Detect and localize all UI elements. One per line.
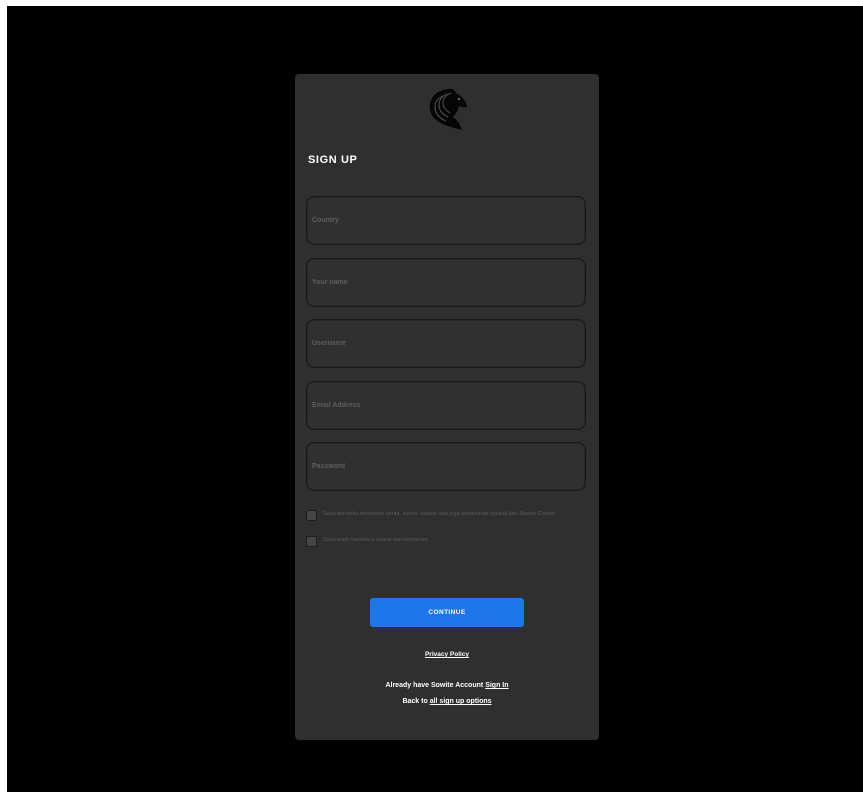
- terms-consent-checkbox[interactable]: [306, 536, 317, 547]
- continue-button[interactable]: CONTINUE: [370, 598, 524, 627]
- username-field[interactable]: [306, 319, 586, 368]
- signin-row: Already have Sowite Account Sign In: [295, 682, 599, 689]
- password-field[interactable]: [306, 442, 586, 491]
- signin-prefix: Already have Sowite Account: [385, 682, 484, 689]
- page-background: SIGN UP Saya bersedia menerima berita, s…: [7, 6, 863, 792]
- privacy-row: Privacy Policy: [295, 651, 599, 658]
- privacy-policy-link[interactable]: Privacy Policy: [425, 651, 469, 658]
- news-consent-checkbox[interactable]: [306, 510, 317, 521]
- page-title: SIGN UP: [308, 154, 358, 166]
- signup-card: SIGN UP Saya bersedia menerima berita, s…: [295, 74, 599, 740]
- back-prefix: Back to: [402, 698, 428, 705]
- back-row: Back to all sign up options: [295, 698, 599, 705]
- terms-consent-label: Saya telah membaca syarat dan ketentuan: [323, 537, 428, 543]
- signin-link[interactable]: Sign In: [485, 682, 508, 689]
- news-consent-label: Saya bersedia menerima berita, survei, u…: [323, 511, 556, 517]
- country-field[interactable]: [306, 196, 586, 245]
- terms-consent-row: Saya telah membaca syarat dan ketentuan: [306, 536, 583, 547]
- news-consent-row: Saya bersedia menerima berita, survei, u…: [306, 510, 583, 521]
- horse-head-icon: [429, 89, 467, 130]
- name-field[interactable]: [306, 258, 586, 307]
- email-field[interactable]: [306, 381, 586, 430]
- all-signup-options-link[interactable]: all sign up options: [430, 698, 492, 705]
